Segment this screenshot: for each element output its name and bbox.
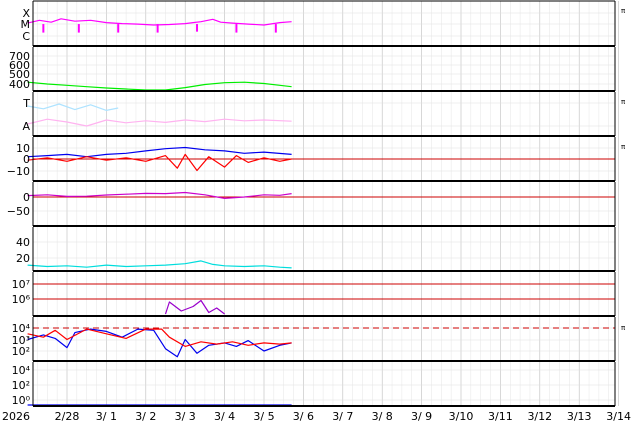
reference-lines <box>33 158 615 329</box>
x-tick-label: 3/11 <box>488 410 513 423</box>
right-marker: π <box>621 98 626 106</box>
y-tick-label: 10⁶ <box>12 293 31 306</box>
year-label: 2026 <box>2 410 30 423</box>
y-tick-label: A <box>22 120 30 133</box>
x-tick-label: 3/ 1 <box>96 410 117 423</box>
y-tick-label: C <box>22 30 30 43</box>
panel-frames <box>32 0 616 407</box>
y-tick-label: T <box>22 97 30 110</box>
right-marker: π <box>621 143 626 151</box>
x-tick-label: 3/14 <box>606 410 631 423</box>
x-tick-label: 2/28 <box>55 410 80 423</box>
x-tick-label: 3/ 2 <box>135 410 156 423</box>
series-line <box>27 103 119 112</box>
right-marker: π <box>621 324 626 332</box>
x-tick-label: 3/10 <box>449 410 474 423</box>
x-tick-label: 3/ 3 <box>175 410 196 423</box>
y-tick-label: 20 <box>16 252 30 265</box>
y-tick-label: −10 <box>7 165 30 178</box>
x-tick-label: 3/ 5 <box>253 410 274 423</box>
y-tick-label: 10⁷ <box>12 278 30 291</box>
x-tick-label: 3/ 4 <box>214 410 235 423</box>
x-tick-label: 3/12 <box>527 410 552 423</box>
x-tick-label: 3/ 6 <box>293 410 314 423</box>
x-tick-label: 3/13 <box>567 410 592 423</box>
y-tick-label: 400 <box>9 78 30 91</box>
x-tick-label: 3/ 7 <box>332 410 353 423</box>
y-tick-label: 10² <box>12 345 30 358</box>
y-tick-label: 40 <box>16 236 30 249</box>
x-tick-label: 3/ 8 <box>372 410 393 423</box>
grid <box>33 1 619 406</box>
y-tick-label: −50 <box>7 205 30 218</box>
y-tick-label: 0 <box>23 191 30 204</box>
space-weather-chart: 2/28 3/ 1 3/ 2 3/ 3 3/ 4 3/ 5 3/ 6 3/ 7 3/ 8 3/ 9… <box>2 0 631 423</box>
y-tick-label: 10² <box>12 379 30 392</box>
y-tick-label: 10⁴ <box>12 364 31 377</box>
y-tick-label: 10⁰ <box>12 394 31 407</box>
x-tick-label: 3/ 9 <box>411 410 432 423</box>
right-marker: π <box>621 7 626 15</box>
